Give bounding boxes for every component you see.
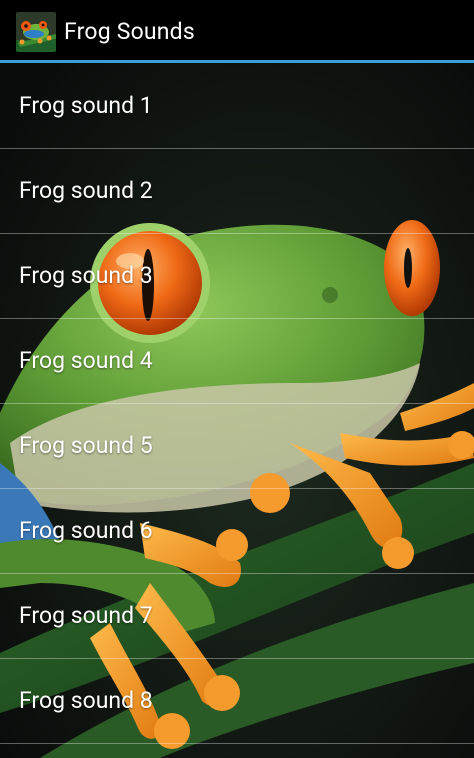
list-item-frog-sound-3[interactable]: Frog sound 3 [0,234,474,319]
action-bar-divider [0,60,474,63]
list-item-label: Frog sound 1 [19,91,153,119]
frog-sound-list: Frog sound 1 Frog sound 2 Frog sound 3 F… [0,63,474,744]
list-item-frog-sound-1[interactable]: Frog sound 1 [0,63,474,149]
list-item-label: Frog sound 6 [19,517,153,544]
action-bar: Frog Sounds [0,0,474,63]
list-item-label: Frog sound 5 [19,432,153,459]
list-item-label: Frog sound 3 [19,262,153,289]
list-item-frog-sound-7[interactable]: Frog sound 7 [0,574,474,659]
list-item-frog-sound-4[interactable]: Frog sound 4 [0,319,474,404]
list-item-frog-sound-5[interactable]: Frog sound 5 [0,404,474,489]
list-item-label: Frog sound 4 [19,347,153,374]
list-item-frog-sound-6[interactable]: Frog sound 6 [0,489,474,574]
app-title: Frog Sounds [64,18,195,45]
list-item-label: Frog sound 2 [19,177,153,204]
list-item-label: Frog sound 7 [19,602,153,629]
list-item-frog-sound-2[interactable]: Frog sound 2 [0,149,474,234]
list-item-frog-sound-8[interactable]: Frog sound 8 [0,659,474,744]
tree-frog-app-icon[interactable] [16,12,56,52]
list-item-label: Frog sound 8 [19,687,153,714]
